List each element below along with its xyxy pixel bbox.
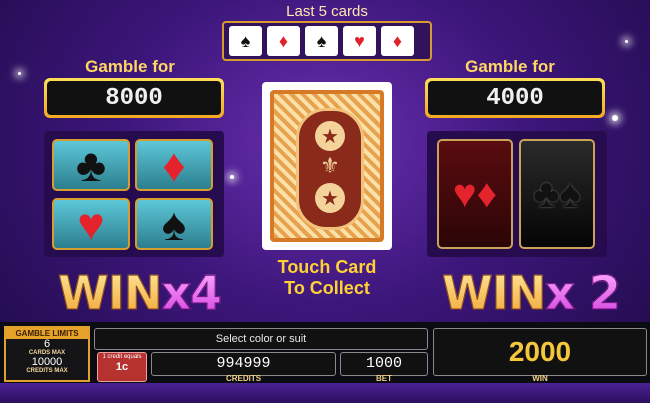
sparkle <box>625 40 628 43</box>
collect-line-1: Touch Card <box>277 257 377 277</box>
star-icon: ★ <box>315 183 345 213</box>
fleur-icon: ⚜ <box>320 153 340 178</box>
multiplier: x 2 <box>545 266 622 321</box>
left-gamble-label: Gamble for <box>85 57 175 76</box>
hearts-icon: ♥ <box>77 198 105 250</box>
history-card-3: ♠ <box>305 26 338 56</box>
black-color-button[interactable]: ♣♠ <box>519 139 595 249</box>
card-back-emblem: ★ ★ ⚜ <box>296 108 364 230</box>
multiplier: x4 <box>161 266 223 321</box>
history-card-1: ♠ <box>229 26 262 56</box>
collect-line-2: To Collect <box>284 278 370 298</box>
spades-button[interactable]: ♠ <box>135 198 213 250</box>
clubs-button[interactable]: ♣ <box>52 139 130 191</box>
star-icon: ★ <box>315 121 345 151</box>
bottom-strip <box>0 383 650 403</box>
hearts-button[interactable]: ♥ <box>52 198 130 250</box>
win-x4-label: WINx4 <box>57 266 223 321</box>
diamonds-icon: ♦ <box>162 139 186 191</box>
win-x2-label: WINx 2 <box>441 266 622 321</box>
history-card-5: ♦ <box>381 26 414 56</box>
right-gamble-amount-box: 4000 <box>425 78 605 118</box>
spades-icon: ♠ <box>161 198 187 250</box>
cards-max-value: 6 <box>43 338 51 350</box>
card-back: ★ ★ ⚜ <box>270 90 384 242</box>
clubs-icon: ♣ <box>75 139 107 191</box>
sparkle <box>18 72 21 75</box>
red-color-icon: ♥♦ <box>452 171 498 216</box>
credit-equals-label: 1 credit equals <box>102 354 142 360</box>
bet-label: BET <box>376 374 392 383</box>
credits-max-value: 10000 <box>31 356 63 368</box>
win-label: WIN <box>532 374 548 383</box>
left-gamble-amount-box: 8000 <box>44 78 224 118</box>
credits-label: CREDITS <box>225 374 262 383</box>
last-5-cards-title: Last 5 cards <box>286 3 368 20</box>
credits-value: 994999 <box>151 352 336 376</box>
bet-value: 1000 <box>340 352 428 376</box>
history-card-2: ♦ <box>267 26 300 56</box>
collect-card[interactable]: ★ ★ ⚜ <box>262 82 392 250</box>
credit-value: 1c <box>115 361 129 373</box>
black-color-icon: ♣♠ <box>533 171 581 216</box>
win-value: 2000 <box>433 328 647 376</box>
status-message: Select color or suit <box>94 328 428 350</box>
sparkle <box>230 175 234 179</box>
win-text: WIN <box>57 266 162 321</box>
history-card-4: ♥ <box>343 26 376 56</box>
diamonds-button[interactable]: ♦ <box>135 139 213 191</box>
touch-card-to-collect: Touch Card To Collect <box>250 257 404 299</box>
red-color-button[interactable]: ♥♦ <box>437 139 513 249</box>
gamble-limits: GAMBLE LIMITS 6 CARDS MAX 10000 CREDITS … <box>4 326 90 382</box>
right-gamble-amount: 4000 <box>428 81 602 115</box>
last-5-cards-panel: Last 5 cards ♠ ♦ ♠ ♥ ♦ <box>222 0 432 62</box>
last-5-cards-tray: ♠ ♦ ♠ ♥ ♦ <box>222 21 432 61</box>
sparkle <box>612 115 618 121</box>
denomination-button[interactable]: 1 credit equals 1c <box>97 352 147 382</box>
credits-max-label: CREDITS MAX <box>26 368 68 374</box>
win-text: WIN <box>441 266 546 321</box>
right-gamble-label: Gamble for <box>465 57 555 76</box>
left-gamble-amount: 8000 <box>47 81 221 115</box>
